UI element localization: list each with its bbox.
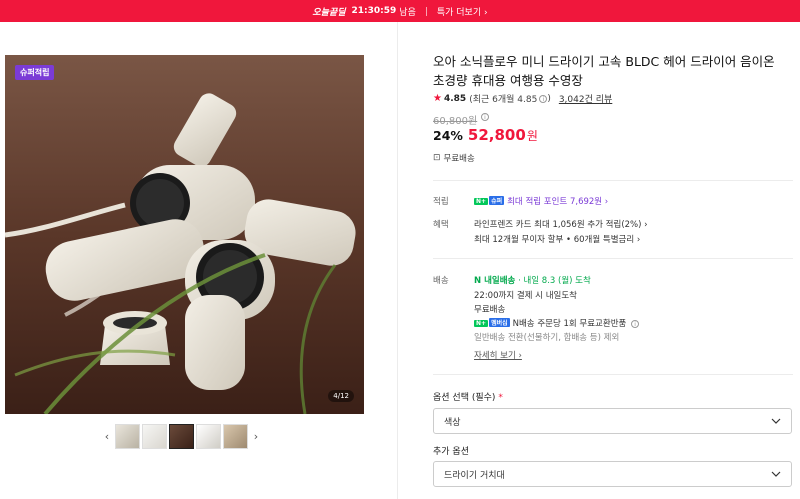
discount-rate: 24% xyxy=(433,128,463,143)
points-label: 적립 xyxy=(433,197,449,207)
super-points-badge: 슈퍼적립 xyxy=(15,65,55,80)
sale-price: 52,800 xyxy=(467,126,526,144)
points-row[interactable]: N+ 슈퍼 최대 적립 포인트 7,692원 › xyxy=(474,195,608,207)
thumbnail-2[interactable] xyxy=(142,424,167,449)
thumb-next-arrow[interactable]: › xyxy=(249,424,263,449)
thumbnail-strip: ‹ › xyxy=(100,424,263,449)
exchange-note: 일반배송 전환(선물하기, 합배송 등) 제외 xyxy=(474,333,620,343)
extra-option-label: 추가 옵션 xyxy=(433,447,469,457)
main-product-image[interactable]: 슈퍼적립 4/12 xyxy=(5,55,364,414)
image-counter: 4/12 xyxy=(328,390,354,402)
countdown-timer: 21:30:59 xyxy=(351,6,397,16)
tomorrow-delivery-badge: N 내일배송 xyxy=(474,276,516,286)
super-badge: 슈퍼 xyxy=(489,196,505,205)
free-exchange-text: N배송 주문당 1회 무료교환반품 xyxy=(512,319,627,329)
rating-score: 4.85 xyxy=(443,93,467,104)
membership-badge: 멤버십 xyxy=(489,318,510,327)
delivery-free: 무료배송 xyxy=(474,305,506,315)
exchange-row: N+ 멤버십 N배송 주문당 1회 무료교환반품 i xyxy=(474,317,640,329)
installment-benefit-link[interactable]: 최대 12개월 무이자 할부 • 60개월 특별금리 › xyxy=(474,233,640,245)
rating-recent: (최근 6개월 4.85 xyxy=(469,95,538,105)
thumbnail-4[interactable] xyxy=(196,424,221,449)
more-deals-link[interactable]: 특가 더보기 › xyxy=(437,5,488,18)
rating-recent-close: ) xyxy=(547,93,551,104)
npay-badge: N+ xyxy=(474,320,489,327)
product-title: 오아 소닉플로우 미니 드라이기 고속 BLDC 헤어 드라이어 음이온 초경량… xyxy=(433,54,775,88)
thumbnail-3[interactable] xyxy=(169,424,194,449)
section-divider xyxy=(433,374,793,375)
delivery-arrival: · 내일 8.3 (월) 도착 xyxy=(518,276,591,286)
color-select[interactable]: 색상 xyxy=(433,408,792,434)
extra-option-select[interactable]: 드라이기 거치대 xyxy=(433,461,792,487)
product-photo xyxy=(5,55,364,414)
star-icon: ★ xyxy=(433,93,442,104)
reviews-link[interactable]: 3,042건 리뷰 xyxy=(559,92,612,105)
countdown-suffix: 남음 xyxy=(399,7,416,18)
promo-divider xyxy=(425,6,427,16)
required-option-text: 옵션 선택 (필수) xyxy=(433,393,496,403)
max-points-link[interactable]: 최대 적립 포인트 7,692원 › xyxy=(507,197,608,207)
section-divider xyxy=(433,258,793,259)
delivery-label: 배송 xyxy=(433,276,449,286)
thumbnail-1[interactable] xyxy=(115,424,140,449)
promo-bar: 오늘끝딜 21:30:59 남음 특가 더보기 › xyxy=(0,0,800,22)
chevron-down-icon xyxy=(771,418,781,424)
price-row: 24% 52,800 원 xyxy=(433,126,538,144)
delivery-details-link[interactable]: 자세히 보기 › xyxy=(474,349,522,361)
npay-badge: N+ xyxy=(474,198,489,205)
benefits-label: 혜택 xyxy=(433,220,449,230)
original-price: 60,800원 xyxy=(433,116,478,127)
rating-row: ★ 4.85 (최근 6개월 4.85 i ) 3,042건 리뷰 xyxy=(433,92,612,105)
free-shipping-label: 무료배송 xyxy=(443,154,475,164)
truck-icon: ⊡ xyxy=(433,153,441,163)
price-unit: 원 xyxy=(526,129,538,143)
thumb-prev-arrow[interactable]: ‹ xyxy=(100,424,114,449)
promo-brand: 오늘끝딜 xyxy=(312,7,346,18)
required-option-label: 옵션 선택 (필수) * xyxy=(433,390,503,403)
chevron-down-icon xyxy=(771,471,781,477)
color-select-value: 색상 xyxy=(444,417,461,428)
thumbnail-5[interactable] xyxy=(223,424,248,449)
info-icon[interactable]: i xyxy=(539,94,548,103)
card-benefit-link[interactable]: 라인프렌즈 카드 최대 1,056원 추가 적립(2%) › xyxy=(474,218,648,230)
delivery-cutoff: 22:00까지 결제 시 내일도착 xyxy=(474,291,577,301)
delivery-arrival-row: N 내일배송 · 내일 8.3 (월) 도착 xyxy=(474,274,591,286)
column-divider xyxy=(397,22,398,499)
extra-option-value: 드라이기 거치대 xyxy=(444,470,505,481)
shipping-summary: ⊡ 무료배송 xyxy=(433,152,475,164)
required-mark: * xyxy=(498,393,503,403)
section-divider xyxy=(433,180,793,181)
info-icon[interactable]: i xyxy=(631,320,640,328)
price-info-icon[interactable]: i xyxy=(481,113,489,121)
